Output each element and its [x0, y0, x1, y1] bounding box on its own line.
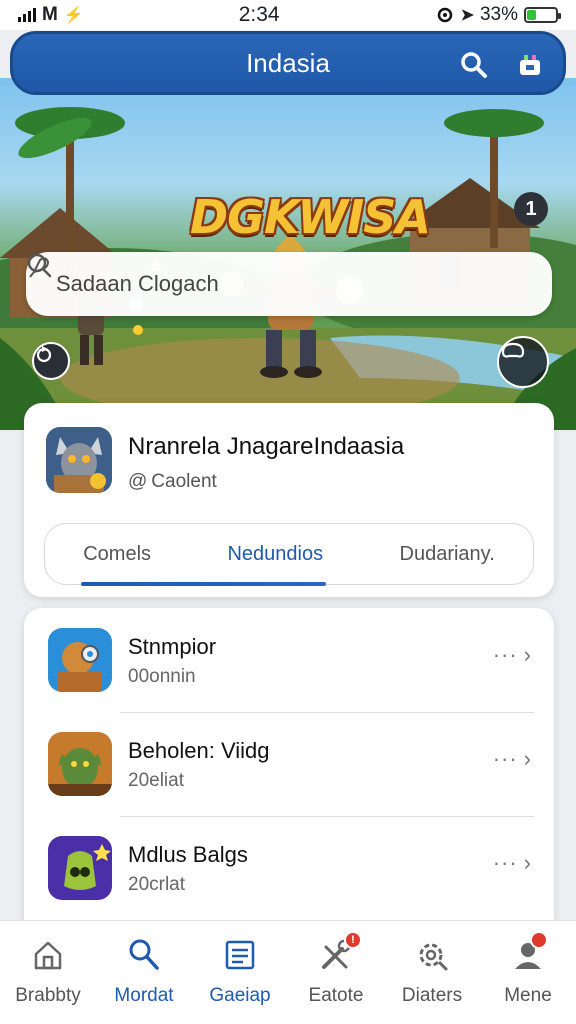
chevron-right-icon: ›: [523, 850, 532, 875]
nav-item-mordat[interactable]: Mordat: [96, 921, 192, 1024]
microphone-icon[interactable]: [26, 252, 54, 280]
nav-item-diaters[interactable]: Diaters: [384, 921, 480, 1024]
nav-item-brabbty[interactable]: Brabbty: [0, 921, 96, 1024]
chevron-right-icon: ›: [523, 642, 532, 667]
app-icon-mdlus-balgs: [48, 836, 112, 900]
list-item-subtitle: 20crlat: [128, 874, 186, 895]
chevron-right-icon: ›: [523, 746, 532, 771]
location-icon: ➤: [460, 7, 474, 24]
carrier-label: M: [42, 4, 58, 25]
search-input[interactable]: Sadaan Clogach: [56, 271, 532, 297]
status-bar: M ⚡ 2:34 ➤ 33%: [0, 0, 576, 30]
game-logo: DGKWISA: [190, 190, 431, 244]
app-icon-stnmpior: [48, 628, 112, 692]
nav-label: Mene: [504, 985, 552, 1006]
more-options[interactable]: ··· ›: [493, 746, 532, 772]
more-dots: ···: [492, 746, 518, 771]
document-icon: [220, 935, 260, 975]
list-item-title: Stnmpior: [128, 634, 217, 659]
battery-percent: 33%: [479, 4, 518, 25]
app-list: Stnmpior 00onnin ··· › Beholen: Viidg 20e…: [24, 608, 554, 938]
wifi-icon: [437, 7, 452, 23]
list-item[interactable]: Mdlus Balgs 20crlat ··· ›: [24, 816, 554, 920]
notification-badge: !: [344, 931, 362, 949]
nav-label: Brabbty: [15, 985, 81, 1006]
nav-item-mene[interactable]: Mene: [480, 921, 576, 1024]
home-icon: [28, 935, 68, 975]
list-item-title: Mdlus Balgs: [128, 842, 248, 867]
featured-app-card[interactable]: Nranrela JnagareΙndaasia @ Caolent Comel…: [24, 403, 554, 597]
store-icon[interactable]: [513, 48, 547, 82]
list-item[interactable]: Stnmpior 00onnin ··· ›: [24, 608, 554, 712]
more-options[interactable]: ··· ›: [493, 642, 532, 668]
nav-item-eatote[interactable]: ! Eatote: [288, 921, 384, 1024]
gear-icon: [412, 935, 452, 975]
list-item-subtitle: 00onnin: [128, 666, 196, 687]
at-icon: @: [128, 471, 148, 492]
header-title: Indasia: [246, 47, 330, 78]
nav-label: Mordat: [114, 985, 174, 1006]
more-options[interactable]: ··· ›: [493, 850, 532, 876]
notification-badge[interactable]: 1: [514, 192, 548, 226]
controller-icon[interactable]: [497, 336, 549, 388]
search-icon: [124, 935, 164, 975]
signal-icon: [18, 8, 36, 22]
featured-app-title: Nranrela JnagareΙndaasia: [128, 433, 405, 460]
refresh-icon[interactable]: [32, 342, 70, 380]
featured-app-subtitle-text: Caolent: [151, 471, 217, 492]
tab-dudariany[interactable]: Dudariany.: [388, 543, 507, 566]
list-item-subtitle: 20eliat: [128, 770, 184, 791]
nav-label: Diaters: [401, 985, 463, 1006]
list-item[interactable]: Beholen: Viidg 20eliat ··· ›: [24, 712, 554, 816]
nav-label: Gaeiap: [209, 985, 271, 1006]
app-icon-beholen: [48, 732, 112, 796]
featured-app-icon: [46, 427, 112, 493]
hero-banner: DGKWISA 1 Sadaan Clogach: [0, 78, 576, 430]
nav-item-gaeiap[interactable]: Gaeiap: [192, 921, 288, 1024]
more-dots: ···: [492, 642, 518, 667]
nav-label: Eatote: [308, 985, 364, 1006]
notification-dot: [530, 931, 548, 949]
network-icon: ⚡: [63, 7, 84, 24]
tab-nedundios[interactable]: Nedundios: [215, 543, 335, 566]
battery-icon: [524, 7, 561, 23]
search-icon[interactable]: [457, 48, 491, 82]
more-dots: ···: [492, 850, 518, 875]
active-tab-indicator: [81, 582, 326, 586]
app-header: Indasia: [10, 31, 566, 95]
bottom-navigation: Brabbty Mordat Gaeiap ! Eatote Diaters M…: [0, 920, 576, 1024]
featured-app-subtitle: @ Caolent: [128, 471, 217, 493]
search-bar[interactable]: Sadaan Clogach: [26, 252, 552, 316]
category-tabs: Comels Nedundios Dudariany.: [44, 523, 534, 586]
list-item-title: Beholen: Viidg: [128, 738, 270, 763]
tab-comels[interactable]: Comels: [71, 543, 163, 566]
clock: 2:34: [238, 3, 280, 26]
